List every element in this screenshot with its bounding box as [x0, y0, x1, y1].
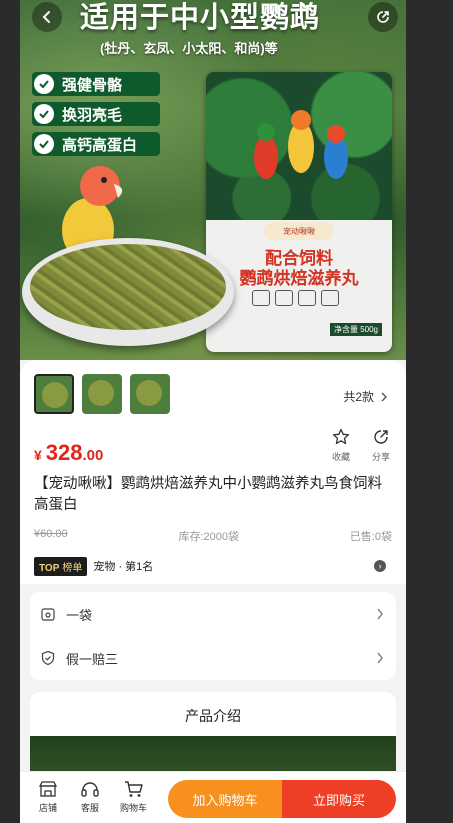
- ranking-row[interactable]: TOP 榜单 宠物 · 第1名 ›: [30, 552, 396, 580]
- price-integer: 328: [45, 440, 83, 465]
- cart-icon: [124, 781, 143, 797]
- buy-now-button[interactable]: 立即购买: [282, 780, 396, 818]
- chevron-right-icon: [377, 608, 383, 620]
- store-icon: [38, 781, 58, 797]
- product-hero-image[interactable]: 适用于中小型鹦鹉 (牡丹、玄凤、小太阳、和尚)等 强健骨骼 换羽亮毛 高钙高蛋白…: [20, 0, 406, 360]
- add-to-cart-button[interactable]: 加入购物车: [168, 780, 282, 818]
- top-badge-text: TOP: [39, 562, 60, 574]
- favorite-button[interactable]: 收藏: [332, 428, 350, 463]
- thumbnail[interactable]: [82, 374, 122, 414]
- product-bag-image: 宠动啾啾 配合饲料 鹦鹉烘焙滋养丸 净含量 500g: [206, 72, 392, 352]
- price-decimal: .00: [82, 447, 104, 464]
- product-info-sheet: 共2款 ¥ 328 .00 收藏 分享 【宠动啾啾】鹦鹉烘焙滋养丸中小鹦鹉滋养丸…: [20, 360, 406, 823]
- cart-label: 购物车: [120, 803, 148, 813]
- feature-item: 强健骨骼: [32, 72, 160, 96]
- product-main-card: 共2款 ¥ 328 .00 收藏 分享 【宠动啾啾】鹦鹉烘焙滋养丸中小鹦鹉滋养丸…: [20, 360, 406, 584]
- feature-list: 强健骨骼 换羽亮毛 高钙高蛋白: [32, 72, 160, 162]
- bag-feature-icons: [252, 290, 339, 306]
- headset-icon: [81, 782, 99, 797]
- bag-brand: 宠动啾啾: [264, 222, 334, 240]
- price-currency: ¥: [34, 447, 42, 463]
- bag-icon: [252, 290, 270, 306]
- chevron-right-icon: [381, 392, 387, 401]
- shield-check-icon: [41, 650, 55, 666]
- share-label: 分享: [371, 452, 390, 462]
- variants-link[interactable]: 共2款: [343, 388, 388, 405]
- thumbnail[interactable]: [130, 374, 170, 414]
- store-tab[interactable]: 店铺: [38, 780, 58, 814]
- share-icon: [374, 430, 388, 444]
- ranking-text: 宠物 · 第1名: [93, 561, 154, 573]
- hero-title: 适用于中小型鹦鹉: [80, 2, 321, 34]
- parrot-illustration: [254, 110, 348, 179]
- favorite-label: 收藏: [331, 452, 350, 462]
- food-pellets: [30, 244, 226, 330]
- share-icon: [377, 11, 389, 23]
- guarantee-row[interactable]: 假一赔三: [30, 636, 396, 680]
- check-icon: [34, 104, 54, 124]
- original-price: ¥60.00: [34, 528, 68, 540]
- intro-heading: 产品介绍: [185, 708, 241, 724]
- feature-label: 强健骨骼: [62, 76, 123, 94]
- box-icon: [41, 608, 55, 621]
- variants-label: 共2款: [343, 390, 374, 404]
- hero-subtitle: (牡丹、玄凤、小太阳、和尚)等: [100, 41, 278, 56]
- stock-count: 库存:2000袋: [178, 531, 239, 543]
- thumbnail-list: [34, 374, 170, 414]
- feature-item: 换羽亮毛: [32, 102, 160, 126]
- bag-icon: [298, 290, 316, 306]
- back-button[interactable]: [32, 2, 62, 32]
- share-button-top[interactable]: [368, 2, 398, 32]
- bag-icon: [275, 290, 293, 306]
- star-icon: [332, 428, 350, 445]
- share-button[interactable]: 分享: [372, 428, 390, 463]
- service-tab[interactable]: 客服: [80, 780, 100, 814]
- guarantee-label: 假一赔三: [66, 651, 119, 667]
- sold-count: 已售:0袋: [349, 531, 392, 543]
- top-list-badge: TOP 榜单: [34, 556, 88, 576]
- feature-item: 高钙高蛋白: [32, 132, 160, 156]
- feature-label: 高钙高蛋白: [62, 136, 138, 154]
- check-icon: [34, 134, 54, 154]
- product-actions: 收藏 分享: [332, 428, 390, 463]
- thumbnail-image: [136, 380, 162, 406]
- thumbnail-image: [88, 380, 114, 406]
- cart-tab[interactable]: 购物车: [120, 780, 147, 814]
- thumbnail-image: [42, 382, 68, 408]
- spec-option-row[interactable]: 一袋: [30, 592, 396, 636]
- thumbnail[interactable]: [34, 374, 74, 414]
- bag-name-line2: 鹦鹉烘焙滋养丸: [239, 269, 359, 288]
- product-meta: ¥60.00 库存:2000袋 已售:0袋: [34, 528, 392, 544]
- chevron-left-icon: [42, 11, 50, 23]
- options-card: 一袋 假一赔三: [30, 592, 396, 680]
- store-label: 店铺: [38, 803, 57, 813]
- product-page: 适用于中小型鹦鹉 (牡丹、玄凤、小太阳、和尚)等 强健骨骼 换羽亮毛 高钙高蛋白…: [20, 0, 406, 823]
- bottom-action-bar: 店铺 客服 购物车 加入购物车 立即购买: [20, 771, 406, 823]
- service-label: 客服: [80, 803, 99, 813]
- info-icon: ›: [374, 560, 386, 572]
- check-icon: [34, 74, 54, 94]
- bag-net-weight: 净含量 500g: [329, 323, 382, 336]
- price: ¥ 328 .00: [34, 440, 103, 466]
- feature-label: 换羽亮毛: [62, 106, 123, 124]
- chevron-right-icon: [377, 652, 383, 664]
- product-title: 【宠动啾啾】鹦鹉烘焙滋养丸中小鹦鹉滋养丸鸟食饲料高蛋白: [34, 476, 382, 513]
- spec-option-label: 一袋: [66, 607, 93, 623]
- top-badge-label: 榜单: [62, 562, 83, 574]
- bag-icon: [321, 290, 339, 306]
